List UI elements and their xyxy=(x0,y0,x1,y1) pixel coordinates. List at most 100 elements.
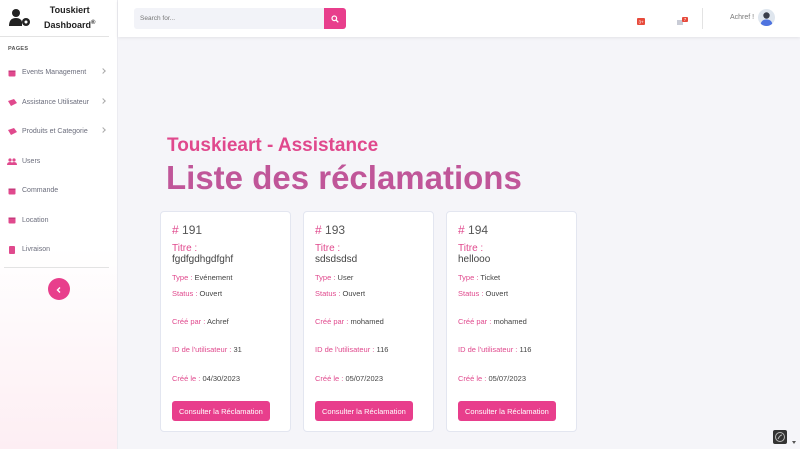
reclamation-card: # 194 Titre : hellooo Type : Ticket Stat… xyxy=(446,211,577,432)
cree-par-value: Achref xyxy=(207,317,229,326)
card-id-value: 191 xyxy=(182,223,203,237)
status-value: Ouvert xyxy=(485,289,509,298)
sidebar-item-livraison[interactable]: Livraison xyxy=(0,235,117,265)
sidebar-item-commande[interactable]: Commande xyxy=(0,176,117,206)
sidebar-item-label: Users xyxy=(22,157,41,165)
chevron-left-icon xyxy=(56,280,62,298)
user-id-label: ID de l'utilisateur : xyxy=(458,345,518,354)
chevron-right-icon xyxy=(100,68,106,74)
brand[interactable]: Touskiert Dashboard® xyxy=(0,0,109,37)
topbar-divider xyxy=(702,8,703,29)
ticket-icon xyxy=(7,98,17,106)
card-id-hash: # xyxy=(458,223,465,237)
type-label: Type : xyxy=(458,273,479,282)
cree-par-field: Créé par : Achref xyxy=(172,317,229,326)
user-id-value: 116 xyxy=(376,345,389,354)
status-value: Ouvert xyxy=(199,289,223,298)
user-cog-icon xyxy=(8,8,32,28)
titre-label: Titre : xyxy=(315,243,341,254)
brand-line2: Dashboard xyxy=(44,20,92,30)
cree-le-value: 04/30/2023 xyxy=(202,374,240,383)
card-id-value: 194 xyxy=(468,223,489,237)
sidebar-item-label: Livraison xyxy=(22,246,51,254)
cree-par-field: Créé par : mohamed xyxy=(458,317,527,326)
search-input[interactable] xyxy=(134,8,324,29)
type-value: Ticket xyxy=(480,273,501,282)
cree-par-field: Créé par : mohamed xyxy=(315,317,384,326)
titre-label: Titre : xyxy=(172,243,198,254)
cree-par-label: Créé par : xyxy=(458,317,492,326)
scroll-down-icon[interactable] xyxy=(792,441,796,444)
titre-label: Titre : xyxy=(458,243,484,254)
ticket-icon xyxy=(7,128,17,136)
consulter-button[interactable]: Consulter la Réclamation xyxy=(172,401,270,421)
page-subtitle: Touskieart - Assistance xyxy=(167,135,379,156)
cree-le-label: Créé le : xyxy=(172,374,201,383)
card-id: # 194 xyxy=(458,223,576,237)
cree-par-value: mohamed xyxy=(350,317,384,326)
topbar: 3+ 7 Achref ! xyxy=(118,0,800,37)
cree-le-field: Créé le : 04/30/2023 xyxy=(172,374,240,383)
user-id-field: ID de l'utilisateur : 31 xyxy=(172,345,242,354)
card-id-hash: # xyxy=(315,223,322,237)
chevron-right-icon xyxy=(100,127,106,133)
status-field: Status : Ouvert xyxy=(458,289,508,298)
titre-value: fgdfgdhgdfghf xyxy=(172,254,234,265)
cree-le-field: Créé le : 05/07/2023 xyxy=(315,374,383,383)
status-value: Ouvert xyxy=(342,289,366,298)
card-id: # 191 xyxy=(172,223,290,237)
brand-reg: ® xyxy=(91,20,96,26)
type-label: Type : xyxy=(172,273,193,282)
avatar[interactable] xyxy=(758,9,775,26)
type-field: Type : User xyxy=(315,273,353,282)
card-id: # 193 xyxy=(315,223,433,237)
sidebar-item-label: Assistance Utilisateur xyxy=(22,98,89,106)
reclamation-card: # 193 Titre : sdsdsdsd Type : User Statu… xyxy=(303,211,434,432)
type-value: User xyxy=(337,273,354,282)
cree-par-label: Créé par : xyxy=(172,317,206,326)
search-button[interactable] xyxy=(324,8,346,29)
titre-value: sdsdsdsd xyxy=(315,254,358,265)
file-icon xyxy=(7,245,17,254)
alerts-icon[interactable]: 3+ xyxy=(637,12,646,25)
type-value: Evénement xyxy=(194,273,233,282)
cree-par-value: mohamed xyxy=(493,317,527,326)
cree-par-label: Créé par : xyxy=(315,317,349,326)
alerts-badge: 3+ xyxy=(639,20,645,25)
sidebar-item-location[interactable]: Location xyxy=(0,206,117,236)
card-id-value: 193 xyxy=(325,223,346,237)
cree-le-field: Créé le : 05/07/2023 xyxy=(458,374,526,383)
cree-le-value: 05/07/2023 xyxy=(345,374,383,383)
reclamation-card: # 191 Titre : fgdfgdhgdfghf Type : Evéne… xyxy=(160,211,291,432)
user-id-field: ID de l'utilisateur : 116 xyxy=(458,345,531,354)
calendar-icon xyxy=(7,69,17,77)
sidebar-item-users[interactable]: Users xyxy=(0,147,117,177)
brand-line1: Touskiert xyxy=(49,5,90,15)
consulter-button[interactable]: Consulter la Réclamation xyxy=(315,401,413,421)
user-id-field: ID de l'utilisateur : 116 xyxy=(315,345,388,354)
user-id-value: 116 xyxy=(519,345,532,354)
sidebar-nav: Events Management Assistance Utilisateur… xyxy=(0,58,117,265)
type-field: Type : Ticket xyxy=(458,273,500,282)
sidebar-item-assistance[interactable]: Assistance Utilisateur xyxy=(0,88,117,118)
sidebar-item-events[interactable]: Events Management xyxy=(0,58,117,88)
type-label: Type : xyxy=(315,273,336,282)
sidebar-divider xyxy=(4,266,109,268)
status-field: Status : Ouvert xyxy=(315,289,365,298)
user-name[interactable]: Achref ! xyxy=(730,14,754,21)
status-label: Status : xyxy=(315,289,341,298)
page-title: Liste des réclamations xyxy=(166,159,522,196)
sidebar-item-produits[interactable]: Produits et Categorie xyxy=(0,117,117,147)
consulter-button[interactable]: Consulter la Réclamation xyxy=(458,401,556,421)
symfony-toolbar-icon[interactable] xyxy=(773,430,787,444)
sidebar-item-label: Events Management xyxy=(22,69,87,77)
cree-le-label: Créé le : xyxy=(458,374,487,383)
titre-value: hellooo xyxy=(458,254,491,265)
calendar-icon xyxy=(7,216,17,224)
sidebar-section-label: PAGES xyxy=(8,46,29,52)
sidebar-item-label: Location xyxy=(22,216,49,224)
messages-icon[interactable]: 7 xyxy=(677,12,688,25)
sidebar-toggle-button[interactable] xyxy=(48,277,70,300)
sidebar-item-label: Produits et Categorie xyxy=(22,128,88,136)
calendar-icon xyxy=(7,187,17,195)
